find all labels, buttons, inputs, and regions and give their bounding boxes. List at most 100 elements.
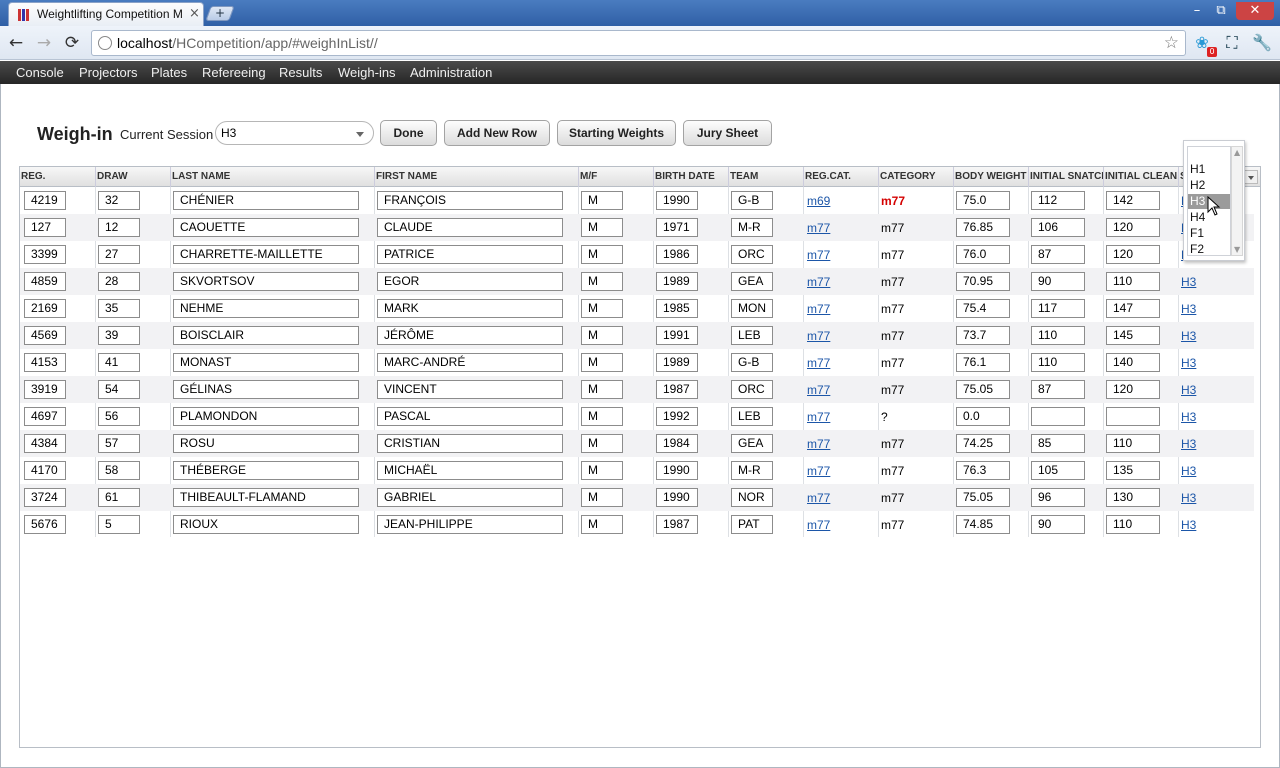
last-name-input[interactable]: BOISCLAIR — [173, 326, 359, 345]
first-name-input[interactable]: MARK — [377, 299, 563, 318]
gender-input[interactable]: M — [581, 299, 623, 318]
maximize-button[interactable]: ⧉ — [1208, 2, 1234, 20]
team-input[interactable]: G-B — [731, 191, 773, 210]
gender-input[interactable]: M — [581, 515, 623, 534]
initial-snatch-input[interactable]: 87 — [1031, 245, 1085, 264]
draw-input[interactable]: 35 — [98, 299, 140, 318]
scroll-down-icon[interactable]: ▼ — [1234, 245, 1240, 254]
reg-category-link[interactable]: m77 — [807, 302, 830, 316]
initial-clean-input[interactable]: 120 — [1106, 380, 1160, 399]
body-weight-input[interactable]: 76.1 — [956, 353, 1010, 372]
reg-category-link[interactable]: m77 — [807, 329, 830, 343]
first-name-input[interactable]: VINCENT — [377, 380, 563, 399]
first-name-input[interactable]: JÉRÔME — [377, 326, 563, 345]
birth-date-input[interactable]: 1984 — [656, 434, 698, 453]
draw-input[interactable]: 39 — [98, 326, 140, 345]
reg-category-link[interactable]: m77 — [807, 518, 830, 532]
session-link[interactable]: H3 — [1181, 437, 1196, 451]
scroll-up-icon[interactable]: ▲ — [1234, 148, 1240, 157]
reg-input[interactable]: 127 — [24, 218, 66, 237]
last-name-input[interactable]: NEHME — [173, 299, 359, 318]
menu-projectors[interactable]: Projectors — [79, 65, 138, 80]
body-weight-input[interactable]: 76.85 — [956, 218, 1010, 237]
column-header[interactable]: LAST NAME — [170, 167, 374, 187]
birth-date-input[interactable]: 1987 — [656, 515, 698, 534]
session-link[interactable]: H3 — [1181, 356, 1196, 370]
tab-close-icon[interactable]: × — [189, 6, 200, 21]
body-weight-input[interactable]: 70.95 — [956, 272, 1010, 291]
reg-input[interactable]: 4384 — [24, 434, 66, 453]
first-name-input[interactable]: PASCAL — [377, 407, 563, 426]
body-weight-input[interactable]: 75.4 — [956, 299, 1010, 318]
browser-tab[interactable]: Weightlifting Competition M... × — [8, 2, 204, 26]
draw-input[interactable]: 56 — [98, 407, 140, 426]
birth-date-input[interactable]: 1971 — [656, 218, 698, 237]
session-link[interactable]: H3 — [1181, 410, 1196, 424]
column-header[interactable]: INITIAL CLEAN — [1103, 167, 1178, 187]
initial-clean-input[interactable]: 110 — [1106, 434, 1160, 453]
initial-clean-input[interactable]: 110 — [1106, 515, 1160, 534]
initial-clean-input[interactable]: 120 — [1106, 218, 1160, 237]
reg-category-link[interactable]: m77 — [807, 248, 830, 262]
birth-date-input[interactable]: 1987 — [656, 380, 698, 399]
back-icon[interactable]: ← — [5, 33, 27, 53]
session-link[interactable]: H3 — [1181, 383, 1196, 397]
team-input[interactable]: LEB — [731, 407, 773, 426]
initial-snatch-input[interactable]: 106 — [1031, 218, 1085, 237]
initial-clean-input[interactable]: 145 — [1106, 326, 1160, 345]
first-name-input[interactable]: EGOR — [377, 272, 563, 291]
initial-clean-input[interactable] — [1106, 407, 1160, 426]
last-name-input[interactable]: GÉLINAS — [173, 380, 359, 399]
last-name-input[interactable]: CHARRETTE-MAILLETTE — [173, 245, 359, 264]
body-weight-input[interactable]: 73.7 — [956, 326, 1010, 345]
forward-icon[interactable]: → — [33, 33, 55, 53]
gender-input[interactable]: M — [581, 326, 623, 345]
reg-input[interactable]: 3399 — [24, 245, 66, 264]
popup-scrollbar[interactable]: ▲ ▼ — [1231, 146, 1243, 256]
column-header[interactable]: DRAW — [95, 167, 170, 187]
reg-category-link[interactable]: m77 — [807, 491, 830, 505]
body-weight-input[interactable]: 76.3 — [956, 461, 1010, 480]
menu-administration[interactable]: Administration — [410, 65, 492, 80]
gender-input[interactable]: M — [581, 218, 623, 237]
session-link[interactable]: H3 — [1181, 275, 1196, 289]
reg-input[interactable]: 3919 — [24, 380, 66, 399]
column-header[interactable]: REG. — [20, 167, 95, 187]
session-select[interactable]: H3 — [215, 121, 374, 145]
initial-snatch-input[interactable]: 90 — [1031, 515, 1085, 534]
body-weight-input[interactable]: 76.0 — [956, 245, 1010, 264]
reg-input[interactable]: 4153 — [24, 353, 66, 372]
reg-input[interactable]: 4569 — [24, 326, 66, 345]
first-name-input[interactable]: MARC-ANDRÉ — [377, 353, 563, 372]
team-input[interactable]: G-B — [731, 353, 773, 372]
session-link[interactable]: H3 — [1181, 464, 1196, 478]
team-input[interactable]: GEA — [731, 272, 773, 291]
column-header[interactable]: BIRTH DATE — [653, 167, 728, 187]
menu-console[interactable]: Console — [16, 65, 64, 80]
draw-input[interactable]: 5 — [98, 515, 140, 534]
initial-clean-input[interactable]: 110 — [1106, 272, 1160, 291]
initial-snatch-input[interactable]: 110 — [1031, 326, 1085, 345]
session-option[interactable]: H2 — [1188, 178, 1230, 193]
initial-clean-input[interactable]: 142 — [1106, 191, 1160, 210]
close-window-button[interactable]: ✕ — [1236, 2, 1274, 20]
address-bar[interactable]: localhost/HCompetition/app/#weighInList/… — [91, 30, 1186, 56]
draw-input[interactable]: 27 — [98, 245, 140, 264]
bookmark-star-icon[interactable]: ☆ — [1164, 33, 1179, 53]
birth-date-input[interactable]: 1989 — [656, 272, 698, 291]
menu-refereeing[interactable]: Refereeing — [202, 65, 266, 80]
first-name-input[interactable]: GABRIEL — [377, 488, 563, 507]
first-name-input[interactable]: CRISTIAN — [377, 434, 563, 453]
column-header[interactable]: CATEGORY — [878, 167, 953, 187]
session-link[interactable]: H3 — [1181, 491, 1196, 505]
reg-category-link[interactable]: m77 — [807, 464, 830, 478]
draw-input[interactable]: 61 — [98, 488, 140, 507]
initial-snatch-input[interactable] — [1031, 407, 1085, 426]
draw-input[interactable]: 58 — [98, 461, 140, 480]
menu-plates[interactable]: Plates — [151, 65, 187, 80]
menu-weigh-ins[interactable]: Weigh-ins — [338, 65, 396, 80]
gender-input[interactable]: M — [581, 407, 623, 426]
team-input[interactable]: LEB — [731, 326, 773, 345]
gender-input[interactable]: M — [581, 191, 623, 210]
reg-input[interactable]: 2169 — [24, 299, 66, 318]
